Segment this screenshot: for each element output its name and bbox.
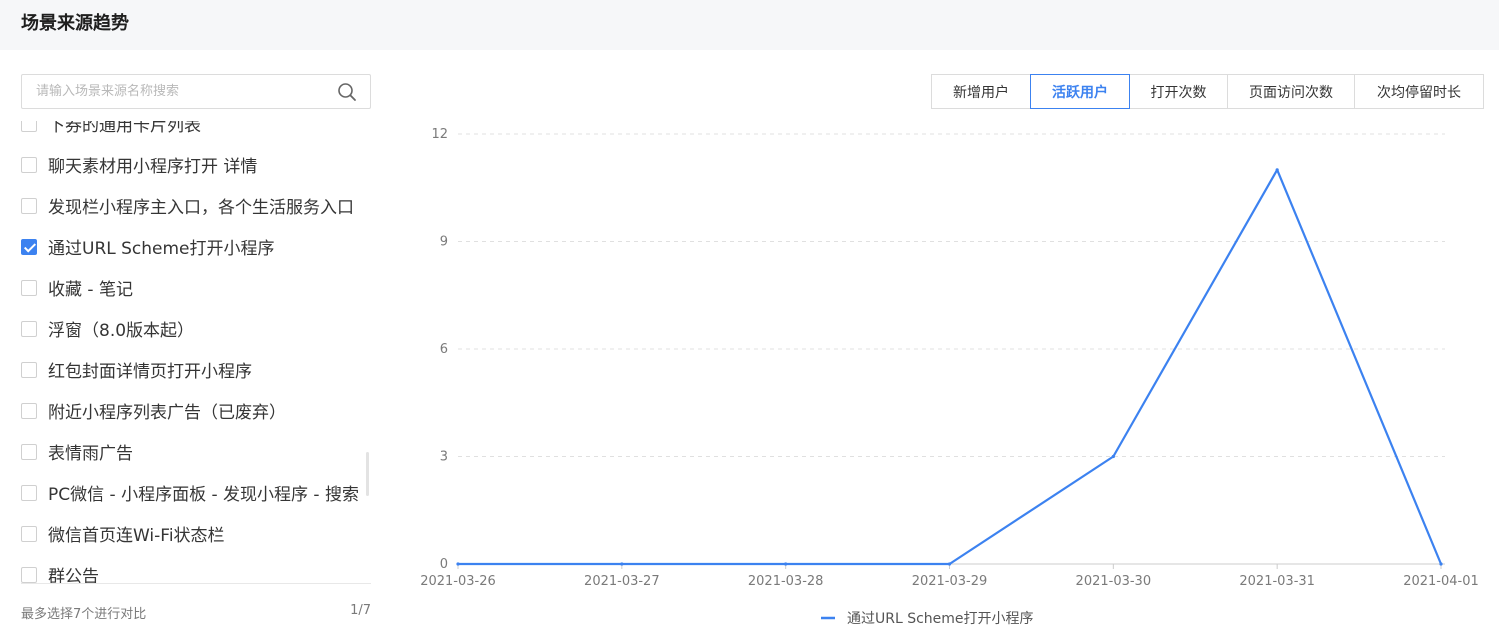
scene-label: 收藏 - 笔记 (48, 280, 133, 300)
tab-metric-0[interactable]: 新增用户 (931, 74, 1031, 109)
tab-metric-1[interactable]: 活跃用户 (1030, 74, 1130, 109)
checkbox[interactable] (21, 402, 37, 419)
scrollbar[interactable] (366, 452, 369, 496)
scene-list-item[interactable]: 通过URL Scheme打开小程序 (21, 226, 371, 267)
x-tick-label: 2021-03-31 (1239, 574, 1315, 589)
scene-list-item[interactable]: 聊天素材用小程序打开 详情 (21, 144, 371, 185)
x-tick-label: 2021-04-01 (1403, 574, 1479, 589)
legend-label: 通过URL Scheme打开小程序 (847, 610, 1034, 627)
search-icon[interactable] (337, 82, 357, 102)
search-box[interactable] (21, 74, 371, 109)
search-input[interactable] (36, 75, 336, 108)
scene-list-item[interactable]: 发现栏小程序主入口，各个生活服务入口 (21, 185, 371, 226)
scene-label: 附近小程序列表广告（已废弃） (48, 403, 286, 423)
checkbox[interactable] (21, 566, 37, 583)
x-tick-label: 2021-03-27 (584, 574, 660, 589)
checkbox[interactable] (21, 484, 37, 501)
checkbox[interactable] (21, 279, 37, 296)
scene-label: 下券的通用卡片列表 (48, 121, 201, 136)
scene-list-item[interactable]: 微信首页连Wi-Fi状态栏 (21, 513, 371, 554)
checkbox[interactable] (21, 197, 37, 214)
page-title: 场景来源趋势 (21, 13, 129, 34)
scene-list-item[interactable]: 附近小程序列表广告（已废弃） (21, 390, 371, 431)
trend-chart: 0 3 6 9 12 2021-03-26 2021-03-27 2021-03-28 2021… (400, 120, 1499, 639)
scene-list-item[interactable]: 表情雨广告 (21, 431, 371, 472)
scene-label: 发现栏小程序主入口，各个生活服务入口 (48, 198, 354, 218)
divider (21, 583, 371, 584)
scene-label: 微信首页连Wi-Fi状态栏 (48, 526, 225, 546)
data-point (947, 562, 952, 566)
checkbox[interactable] (21, 443, 37, 460)
data-point (784, 562, 788, 566)
metric-tabs: 新增用户 活跃用户 打开次数 页面访问次数 次均停留时长 (931, 74, 1484, 109)
data-point (456, 562, 460, 566)
scene-label: 聊天素材用小程序打开 详情 (48, 157, 258, 177)
scene-list-item[interactable]: 群公告 (21, 554, 371, 583)
data-point (1439, 562, 1443, 566)
scene-label: PC微信 - 小程序面板 - 发现小程序 - 搜索 (48, 485, 359, 505)
scene-label: 通过URL Scheme打开小程序 (48, 239, 275, 259)
checkbox[interactable] (21, 525, 37, 542)
scene-list-item[interactable]: 浮窗（8.0版本起） (21, 308, 371, 349)
checkbox[interactable] (21, 361, 37, 378)
scene-list: 下券的通用卡片列表聊天素材用小程序打开 详情发现栏小程序主入口，各个生活服务入口… (21, 121, 371, 583)
scene-panel: 下券的通用卡片列表聊天素材用小程序打开 详情发现栏小程序主入口，各个生活服务入口… (21, 74, 371, 639)
checkbox[interactable] (21, 121, 37, 132)
page-header: 场景来源趋势 (0, 0, 1499, 50)
tab-metric-2[interactable]: 打开次数 (1129, 74, 1228, 109)
scene-label: 红包封面详情页打开小程序 (48, 362, 252, 382)
series-line (458, 168, 1443, 566)
scene-label: 群公告 (48, 567, 99, 583)
x-tick-label: 2021-03-28 (748, 574, 824, 589)
checkbox-checked[interactable] (21, 238, 37, 255)
x-tick-label: 2021-03-26 (420, 574, 496, 589)
scene-list-item[interactable]: PC微信 - 小程序面板 - 发现小程序 - 搜索 (21, 472, 371, 513)
tab-metric-4[interactable]: 次均停留时长 (1354, 74, 1484, 109)
scene-label: 浮窗（8.0版本起） (48, 321, 195, 341)
y-tick-label: 6 (440, 342, 448, 357)
y-tick-label: 9 (440, 235, 448, 250)
y-tick-label: 3 (440, 450, 448, 465)
y-tick-label: 0 (440, 557, 448, 572)
scene-list-item[interactable]: 下券的通用卡片列表 (21, 121, 371, 144)
checkbox[interactable] (21, 320, 37, 337)
data-point (1275, 168, 1279, 172)
scene-label: 表情雨广告 (48, 444, 133, 464)
tab-metric-3[interactable]: 页面访问次数 (1227, 74, 1355, 109)
scene-list-item[interactable]: 收藏 - 笔记 (21, 267, 371, 308)
x-tick-label: 2021-03-29 (912, 574, 988, 589)
checkbox[interactable] (21, 156, 37, 173)
data-point (620, 562, 624, 566)
y-tick-label: 12 (431, 127, 448, 142)
x-tick-label: 2021-03-30 (1076, 574, 1152, 589)
data-point (1111, 454, 1115, 459)
selection-limit-note: 最多选择7个进行对比 (21, 607, 147, 622)
scene-list-item[interactable]: 红包封面详情页打开小程序 (21, 349, 371, 390)
page-indicator: 1/7 (350, 603, 371, 618)
line-chart: 0 3 6 9 12 2021-03-26 2021-03-27 2021-03-28 2021… (420, 127, 1479, 627)
